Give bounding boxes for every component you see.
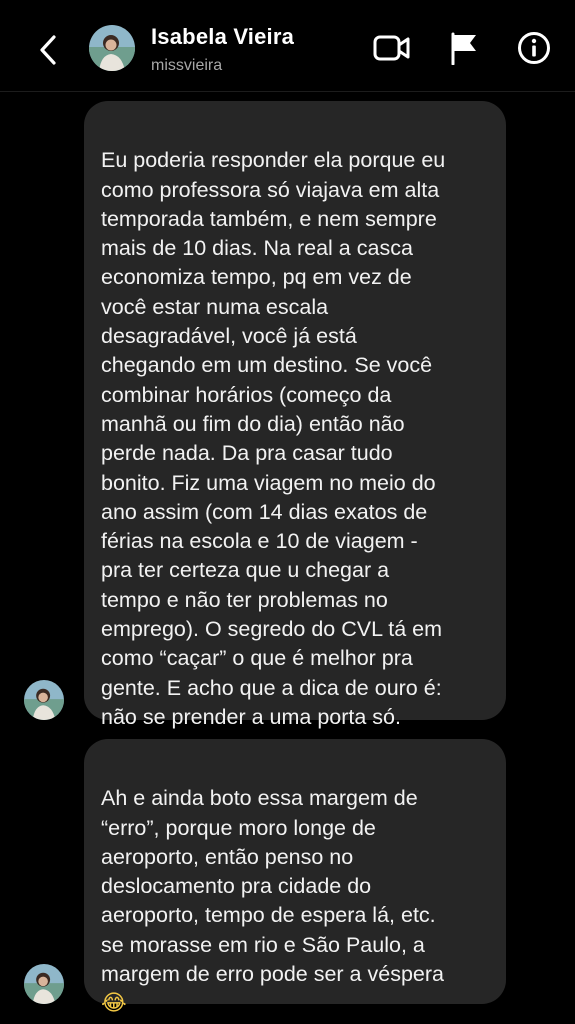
sender-avatar[interactable] [24, 680, 64, 720]
contact-name[interactable]: Isabela Vieira [151, 24, 294, 50]
message-text: Eu poderia responder ela porque eu como … [101, 148, 446, 729]
laughing-emoji: 😂 [101, 991, 127, 1017]
sender-avatar[interactable] [24, 964, 64, 1004]
flag-icon [451, 32, 476, 65]
avatar-image [24, 680, 64, 720]
back-button[interactable] [28, 28, 68, 72]
avatar-image [24, 964, 64, 1004]
avatar[interactable] [89, 25, 135, 71]
info-icon [518, 32, 550, 64]
info-button[interactable] [514, 30, 554, 66]
avatar-image [89, 25, 135, 71]
chat-header: Isabela Vieira missvieira [0, 0, 575, 92]
report-button[interactable] [444, 30, 484, 66]
chevron-left-icon [40, 35, 56, 65]
video-call-button[interactable] [372, 30, 412, 66]
message-bubble[interactable]: Eu poderia responder ela porque eu como … [84, 101, 506, 729]
video-camera-icon [373, 35, 410, 61]
contact-username: missvieira [151, 57, 223, 74]
message-text: Ah e ainda boto essa margem de “erro”, p… [101, 786, 444, 987]
message-bubble[interactable]: Ah e ainda boto essa margem de “erro”, p… [84, 739, 506, 1016]
